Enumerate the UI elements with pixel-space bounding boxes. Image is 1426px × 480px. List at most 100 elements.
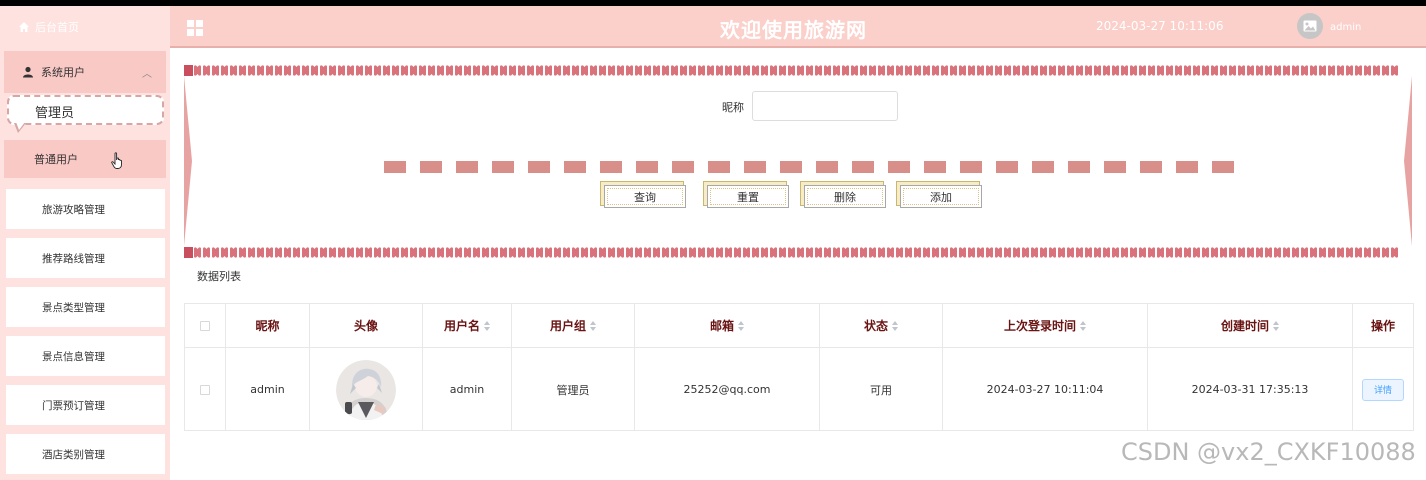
- user-avatar-image: [336, 359, 396, 420]
- sidebar-item-hotel-categories[interactable]: 酒店类别管理: [6, 434, 165, 474]
- heart-icon: [1013, 246, 1020, 258]
- heart-icon: [770, 64, 777, 76]
- sidebar-item-recommended-routes[interactable]: 推荐路线管理: [6, 238, 165, 278]
- header-username[interactable]: admin: [1330, 22, 1361, 33]
- sort-icon[interactable]: [1273, 320, 1279, 331]
- heart-icon: [707, 64, 714, 76]
- header-created[interactable]: 创建时间: [1148, 304, 1353, 347]
- heart-icon: [662, 64, 669, 76]
- heart-icon: [221, 64, 228, 76]
- heart-icon: [284, 246, 291, 258]
- sidebar-item-label: 景点类型管理: [42, 301, 105, 314]
- heart-icon: [257, 64, 264, 76]
- heart-icon: [590, 246, 597, 258]
- heart-icon: [1229, 64, 1236, 76]
- heart-icon: [365, 64, 372, 76]
- sidebar-item-scenic-info[interactable]: 景点信息管理: [6, 336, 165, 376]
- heart-icon: [1292, 246, 1299, 258]
- heart-icon: [743, 64, 750, 76]
- heart-icon: [761, 246, 768, 258]
- detail-button[interactable]: 详情: [1362, 378, 1404, 401]
- decorative-heart-border-top: [184, 64, 1412, 76]
- heart-icon: [329, 64, 336, 76]
- sidebar-home[interactable]: 后台首页: [0, 6, 170, 48]
- reset-button-label: 重置: [737, 190, 759, 204]
- user-avatar[interactable]: [1297, 13, 1323, 39]
- heart-icon: [608, 246, 615, 258]
- sort-icon[interactable]: [484, 320, 490, 331]
- header-group-label: 用户组: [549, 319, 586, 333]
- heart-icon: [338, 64, 345, 76]
- heart-icon: [968, 64, 975, 76]
- sidebar-item-scenic-types[interactable]: 景点类型管理: [6, 287, 165, 327]
- add-button-label: 添加: [930, 190, 952, 204]
- sidebar-group-system-users[interactable]: 系统用户 ︿: [4, 51, 166, 93]
- heart-icon: [1049, 64, 1056, 76]
- header-status-label: 状态: [863, 319, 888, 333]
- heart-icon: [1238, 64, 1245, 76]
- heart-icon: [1166, 246, 1173, 258]
- heart-icon: [1148, 64, 1155, 76]
- heart-icon: [230, 246, 237, 258]
- heart-icon: [986, 64, 993, 76]
- header-group[interactable]: 用户组: [512, 304, 635, 347]
- heart-icon: [635, 246, 642, 258]
- grid-menu-icon[interactable]: [187, 20, 203, 36]
- heart-icon: [1373, 64, 1380, 76]
- heart-icon: [608, 64, 615, 76]
- sort-icon[interactable]: [590, 320, 596, 331]
- sidebar-item-ticket-booking[interactable]: 门票预订管理: [6, 385, 165, 425]
- sidebar: 后台首页 系统用户 ︿ 管理员 普通用户 旅游攻略管理 推荐路线管理 景点类型管…: [0, 6, 170, 480]
- heart-icon: [1148, 246, 1155, 258]
- page-title: 欢迎使用旅游网: [720, 18, 867, 42]
- heart-icon: [383, 246, 390, 258]
- header-status[interactable]: 状态: [820, 304, 943, 347]
- heart-icon: [1103, 64, 1110, 76]
- sidebar-item-travel-guides[interactable]: 旅游攻略管理: [6, 189, 165, 229]
- reset-button[interactable]: 重置: [707, 185, 789, 208]
- select-all-checkbox[interactable]: [200, 320, 210, 331]
- heart-icon: [194, 246, 201, 258]
- sort-icon[interactable]: [1080, 320, 1086, 331]
- heart-icon: [815, 246, 822, 258]
- heart-icon: [536, 246, 543, 258]
- heart-icon: [950, 64, 957, 76]
- heart-icon: [311, 64, 318, 76]
- heart-icon: [1085, 64, 1092, 76]
- heart-icon: [1220, 246, 1227, 258]
- cell-email: 25252@qq.com: [635, 348, 820, 431]
- heart-icon: [626, 64, 633, 76]
- heart-icon: [527, 64, 534, 76]
- sort-icon[interactable]: [738, 320, 744, 331]
- header-username[interactable]: 用户名: [423, 304, 512, 347]
- sidebar-item-label: 酒店类别管理: [42, 448, 105, 461]
- heart-icon: [1391, 64, 1398, 76]
- header-last-login[interactable]: 上次登录时间: [943, 304, 1148, 347]
- sort-icon[interactable]: [892, 320, 898, 331]
- heart-icon: [518, 246, 525, 258]
- heart-icon: [1013, 64, 1020, 76]
- heart-icon: [959, 246, 966, 258]
- heart-icon: [1022, 64, 1029, 76]
- query-button[interactable]: 查询: [604, 185, 686, 208]
- dash-segment: [960, 161, 982, 173]
- nickname-input[interactable]: [752, 91, 898, 121]
- delete-button[interactable]: 删除: [804, 185, 886, 208]
- heart-icon: [284, 64, 291, 76]
- heart-icon: [1247, 64, 1254, 76]
- heart-icon: [410, 246, 417, 258]
- heart-icon: [464, 246, 471, 258]
- row-checkbox[interactable]: [200, 384, 210, 395]
- sidebar-item-normal-users[interactable]: 普通用户: [4, 140, 166, 178]
- heart-icon: [419, 64, 426, 76]
- heart-icon: [1139, 246, 1146, 258]
- heart-icon: [1031, 246, 1038, 258]
- sidebar-item-admin[interactable]: 管理员: [7, 95, 164, 125]
- header-email[interactable]: 邮箱: [635, 304, 820, 347]
- heart-icon: [905, 246, 912, 258]
- dash-segment: [384, 161, 406, 173]
- header-action-label: 操作: [1370, 319, 1395, 333]
- heart-icon: [266, 246, 273, 258]
- user-table: 昵称 头像 用户名 用户组 邮箱 状态 上次登录时间 创建时间 操作 admin: [184, 303, 1414, 431]
- add-button[interactable]: 添加: [900, 185, 982, 208]
